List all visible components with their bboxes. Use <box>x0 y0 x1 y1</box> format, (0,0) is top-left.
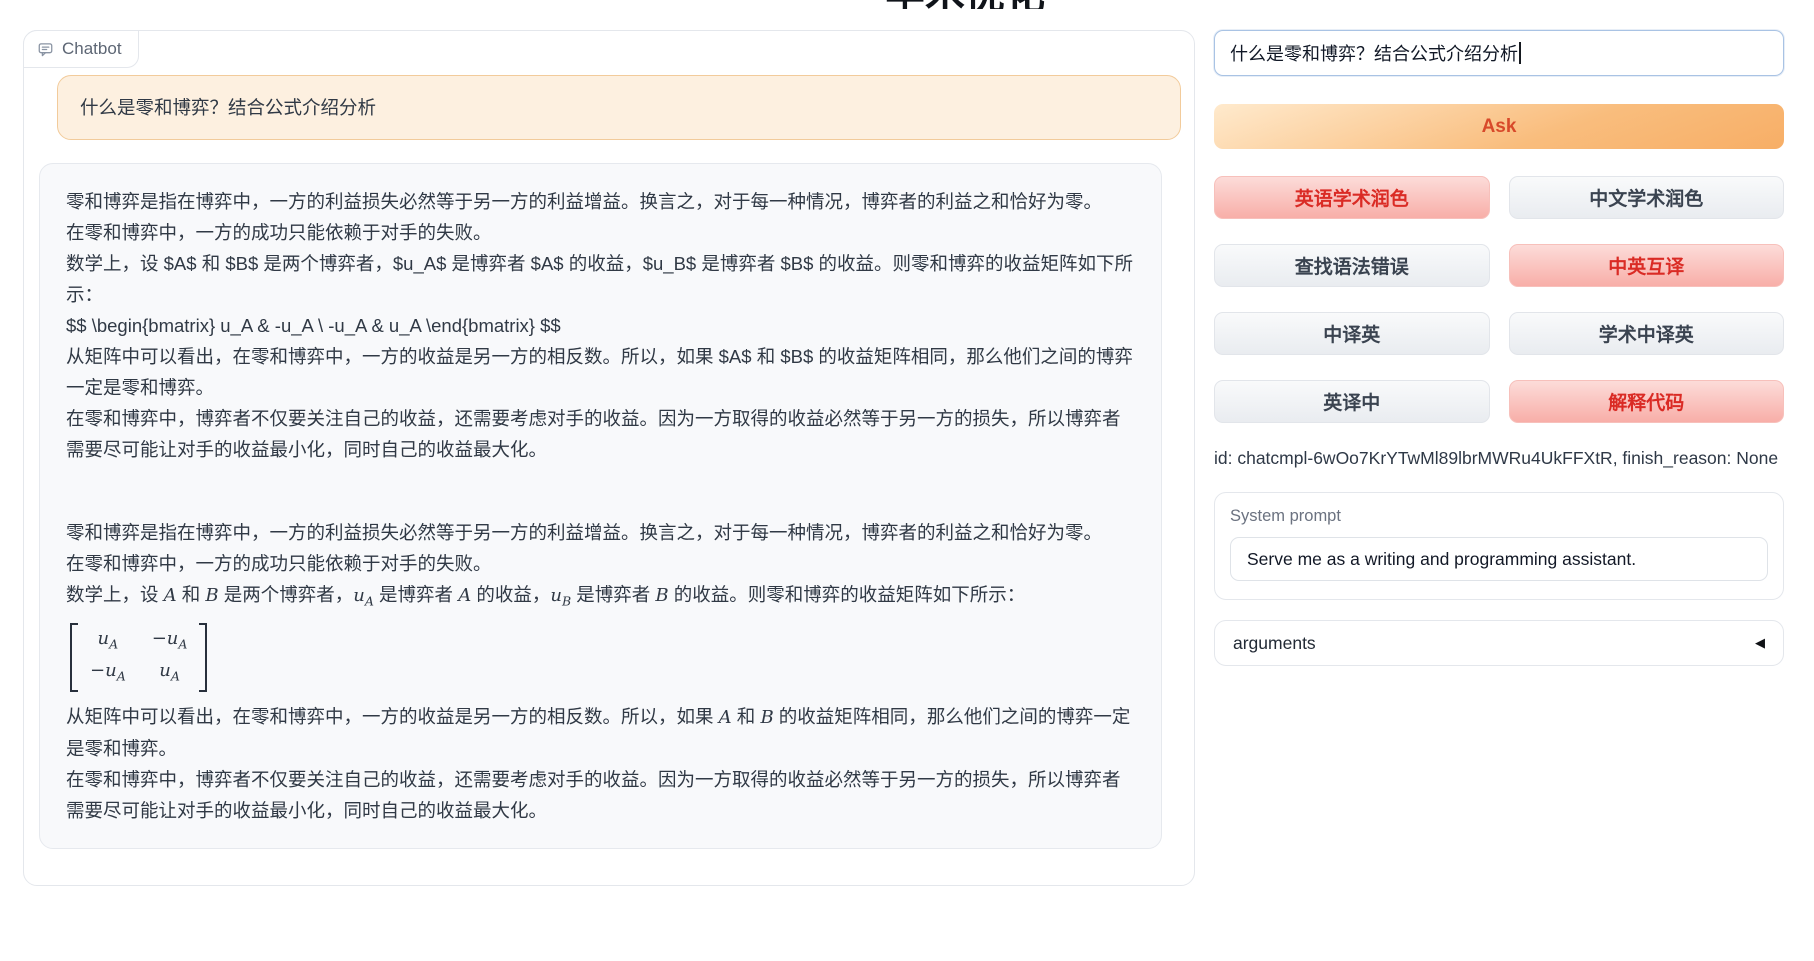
main-layout: Chatbot 什么是零和博弈？结合公式介绍分析 零和博弈是指在博弈中，一方的利… <box>0 0 1814 886</box>
quick-action-academic-zh-to-en[interactable]: 学术中译英 <box>1509 312 1785 355</box>
question-input[interactable]: 什么是零和博弈？结合公式介绍分析 <box>1214 30 1784 76</box>
chatbot-panel: Chatbot 什么是零和博弈？结合公式介绍分析 零和博弈是指在博弈中，一方的利… <box>23 30 1195 886</box>
math-variable: uB <box>550 585 571 606</box>
bot-rendered-outro: 从矩阵中可以看出，在零和博弈中，一方的收益是另一方的相反数。所以，如果 A 和 … <box>66 701 1135 826</box>
matrix-cell: −uA <box>90 658 126 689</box>
user-message: 什么是零和博弈？结合公式介绍分析 <box>57 75 1181 140</box>
matrix-cells: uA −uA −uA uA <box>78 623 199 692</box>
quick-action-chinese-academic-polish[interactable]: 中文学术润色 <box>1509 176 1785 219</box>
right-bracket <box>199 623 207 692</box>
arguments-accordion[interactable]: arguments ◀ <box>1214 620 1784 666</box>
matrix-cell: uA <box>152 658 188 689</box>
right-panel: 什么是零和博弈？结合公式介绍分析 Ask 英语学术润色中文学术润色查找语法错误中… <box>1214 30 1784 666</box>
math-variable: A <box>719 707 732 728</box>
math-variable: A <box>458 585 471 606</box>
system-prompt-label: System prompt <box>1230 507 1768 526</box>
quick-action-find-grammar-errors[interactable]: 查找语法错误 <box>1214 244 1490 287</box>
ask-button[interactable]: Ask <box>1214 104 1784 149</box>
bot-rendered-intro: 零和博弈是指在博弈中，一方的利益损失必然等于另一方的利益增益。换言之，对于每一种… <box>66 517 1135 617</box>
status-line: id: chatcmpl-6wOo7KrYTwMl89lbrMWRu4UkFFX… <box>1214 448 1784 469</box>
bot-message-rendered-block: 零和博弈是指在博弈中，一方的利益损失必然等于另一方的利益增益。换言之，对于每一种… <box>66 517 1135 826</box>
question-input-value: 什么是零和博弈？结合公式介绍分析 <box>1230 40 1518 66</box>
math-variable: uA <box>353 585 374 606</box>
bot-message: 零和博弈是指在博弈中，一方的利益损失必然等于另一方的利益增益。换言之，对于每一种… <box>39 163 1162 849</box>
math-variable: uA <box>98 628 119 649</box>
matrix-cell: −uA <box>152 626 188 657</box>
quick-action-en-to-zh[interactable]: 英译中 <box>1214 380 1490 423</box>
chatbot-label: Chatbot <box>23 30 139 68</box>
matrix-cell: uA <box>90 626 126 657</box>
chat-bubble-icon <box>37 41 54 58</box>
quick-action-zh-en-mutual-translate[interactable]: 中英互译 <box>1509 244 1785 287</box>
quick-action-english-academic-polish[interactable]: 英语学术润色 <box>1214 176 1490 219</box>
quick-action-zh-to-en[interactable]: 中译英 <box>1214 312 1490 355</box>
payoff-matrix: uA −uA −uA uA <box>70 623 207 692</box>
math-variable: −uA <box>90 660 126 681</box>
math-variable: B <box>760 707 773 728</box>
chat-messages: 什么是零和博弈？结合公式介绍分析 零和博弈是指在博弈中，一方的利益损失必然等于另… <box>24 31 1194 867</box>
system-prompt-input[interactable]: Serve me as a writing and programming as… <box>1230 537 1768 581</box>
chatbot-label-text: Chatbot <box>62 39 122 59</box>
bot-message-raw-block: 零和博弈是指在博弈中，一方的利益损失必然等于另一方的利益增益。换言之，对于每一种… <box>66 186 1135 465</box>
math-variable: B <box>655 585 668 606</box>
math-variable: −uA <box>152 628 188 649</box>
accordion-label: arguments <box>1233 633 1316 654</box>
system-prompt-group: System prompt Serve me as a writing and … <box>1214 492 1784 600</box>
math-variable: uA <box>159 660 180 681</box>
collapse-triangle-icon: ◀ <box>1755 635 1765 651</box>
text-cursor <box>1519 42 1521 64</box>
left-bracket <box>70 623 78 692</box>
math-variable: B <box>205 585 218 606</box>
quick-actions-grid: 英语学术润色中文学术润色查找语法错误中英互译中译英学术中译英英译中解释代码 <box>1214 176 1784 423</box>
quick-action-explain-code[interactable]: 解释代码 <box>1509 380 1785 423</box>
math-variable: A <box>164 585 177 606</box>
payoff-matrix-line: uA −uA −uA uA <box>66 617 1135 701</box>
